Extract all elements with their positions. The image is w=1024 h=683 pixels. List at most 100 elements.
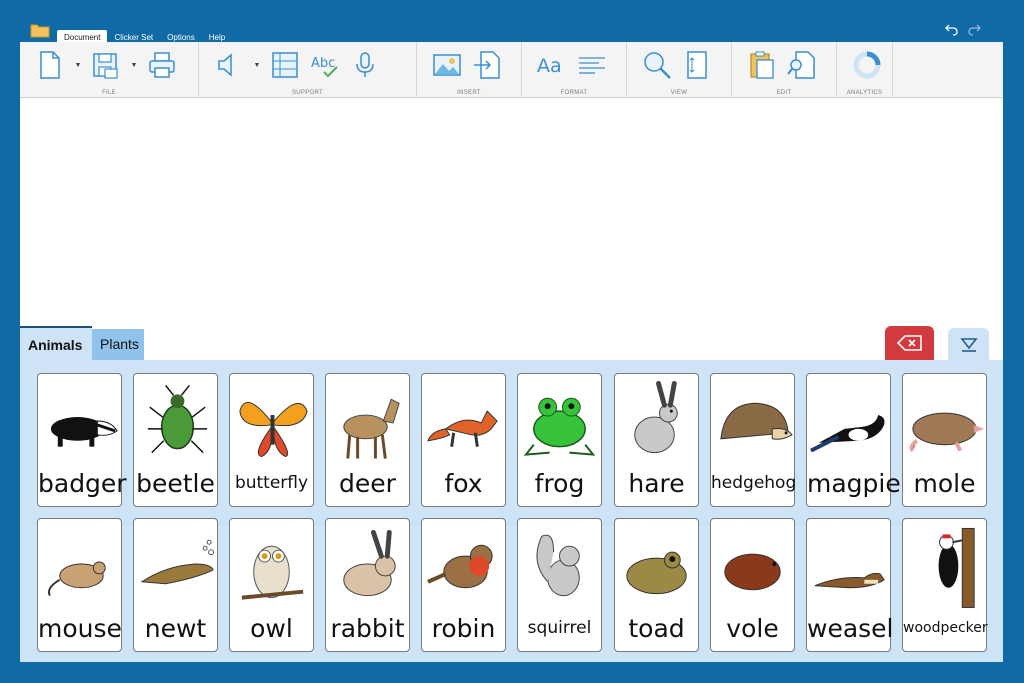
word-label: beetle bbox=[136, 469, 215, 498]
word-card-badger[interactable]: badger bbox=[37, 373, 127, 507]
ribbon-group-label: FILE bbox=[102, 90, 116, 96]
word-label: mole bbox=[913, 469, 976, 498]
insert-file-icon bbox=[474, 51, 500, 79]
word-card-mouse[interactable]: mouse bbox=[37, 518, 122, 652]
word-card-newt[interactable]: newt bbox=[133, 518, 218, 652]
word-card-woodpecker[interactable]: woodpecker bbox=[902, 518, 988, 652]
paste-button[interactable] bbox=[744, 45, 780, 85]
word-card-vole[interactable]: vole bbox=[710, 518, 795, 652]
print-icon bbox=[149, 52, 175, 78]
ribbon-toolbar: ▼ ▼ FILE ▼ Abc SUPPORT INSERT Aa FORMAT … bbox=[20, 42, 1003, 98]
print-button[interactable] bbox=[144, 45, 180, 85]
paragraph-button[interactable] bbox=[574, 45, 610, 85]
word-card-weasel[interactable]: weasel bbox=[806, 518, 894, 652]
backspace-icon bbox=[896, 335, 922, 351]
new-document-button[interactable] bbox=[32, 45, 68, 85]
numbered-list-icon bbox=[272, 52, 298, 78]
page-size-button[interactable] bbox=[679, 45, 715, 85]
ribbon-group-view: VIEW bbox=[627, 42, 732, 98]
word-label: frog bbox=[534, 469, 585, 498]
word-card-hedgehog[interactable]: hedgehog bbox=[710, 373, 797, 507]
mole-icon bbox=[909, 412, 985, 453]
hare-icon bbox=[634, 380, 678, 454]
ribbon-group-file: ▼ ▼ FILE bbox=[20, 42, 199, 98]
redo-icon[interactable] bbox=[967, 22, 982, 37]
word-label: mouse bbox=[38, 614, 122, 643]
weasel-icon bbox=[814, 572, 885, 589]
word-card-owl[interactable]: owl bbox=[229, 518, 314, 652]
fox-icon bbox=[427, 410, 498, 447]
word-card-hare[interactable]: hare bbox=[614, 373, 699, 507]
robin-icon bbox=[427, 544, 493, 589]
find-button[interactable] bbox=[784, 45, 820, 85]
frog-icon bbox=[523, 397, 596, 456]
word-card-robin[interactable]: robin bbox=[421, 518, 506, 652]
font-button[interactable]: Aa bbox=[534, 45, 570, 85]
ribbon-group-label: VIEW bbox=[670, 90, 688, 96]
word-card-butterfly[interactable]: butterfly bbox=[229, 373, 314, 507]
analytics-button[interactable] bbox=[849, 45, 885, 85]
beetle-icon bbox=[147, 384, 208, 454]
tab-animals[interactable]: Animals bbox=[20, 326, 92, 360]
ribbon-group-label: ANALYTICS bbox=[846, 90, 883, 96]
ribbon-group-analytics: ANALYTICS bbox=[837, 42, 893, 98]
save-dropdown[interactable]: ▼ bbox=[128, 45, 140, 85]
word-label: rabbit bbox=[330, 614, 405, 643]
undo-icon[interactable] bbox=[944, 22, 959, 37]
word-label: butterfly bbox=[234, 473, 309, 493]
word-label: toad bbox=[628, 614, 685, 643]
insert-file-button[interactable] bbox=[469, 45, 505, 85]
speech-button[interactable] bbox=[211, 45, 247, 85]
spellcheck-button[interactable]: Abc bbox=[307, 45, 343, 85]
word-card-rabbit[interactable]: rabbit bbox=[325, 518, 410, 652]
toggle-grid-button[interactable] bbox=[948, 328, 989, 360]
squirrel-icon bbox=[536, 534, 580, 597]
word-label: fox bbox=[444, 469, 483, 498]
ribbon-group-edit: EDIT bbox=[732, 42, 837, 98]
word-label: vole bbox=[726, 614, 779, 643]
new-document-dropdown[interactable]: ▼ bbox=[72, 45, 84, 85]
word-card-toad[interactable]: toad bbox=[614, 518, 699, 652]
word-label: badger bbox=[38, 469, 127, 498]
rabbit-icon bbox=[343, 529, 396, 597]
woodpecker-icon bbox=[938, 527, 975, 608]
word-card-beetle[interactable]: beetle bbox=[133, 373, 218, 507]
folder-icon[interactable] bbox=[30, 22, 50, 38]
ribbon-group-format: Aa FORMAT bbox=[522, 42, 627, 98]
word-label: hedgehog bbox=[711, 473, 797, 493]
ribbon-group-label: EDIT bbox=[776, 90, 792, 96]
vole-icon bbox=[724, 553, 781, 591]
word-card-frog[interactable]: frog bbox=[517, 373, 602, 507]
word-card-fox[interactable]: fox bbox=[421, 373, 506, 507]
word-card-mole[interactable]: mole bbox=[902, 373, 987, 507]
tab-plants[interactable]: Plants bbox=[92, 329, 144, 360]
insert-picture-button[interactable] bbox=[429, 45, 465, 85]
backspace-button[interactable] bbox=[885, 326, 934, 360]
badger-icon bbox=[50, 417, 118, 447]
word-label: newt bbox=[144, 614, 207, 643]
deer-icon bbox=[343, 398, 400, 459]
zoom-button[interactable] bbox=[639, 45, 675, 85]
newt-icon bbox=[140, 539, 215, 585]
magnifier-icon bbox=[644, 52, 671, 79]
word-label: magpie bbox=[807, 469, 901, 498]
spellcheck-icon: Abc bbox=[311, 56, 338, 78]
word-label: deer bbox=[339, 469, 396, 498]
word-label: woodpecker bbox=[903, 620, 988, 636]
word-card-magpie[interactable]: magpie bbox=[806, 373, 901, 507]
word-label: owl bbox=[250, 614, 293, 643]
word-card-deer[interactable]: deer bbox=[325, 373, 410, 507]
word-card-squirrel[interactable]: squirrel bbox=[517, 518, 602, 652]
page-size-icon bbox=[687, 51, 707, 79]
ribbon-group-label: INSERT bbox=[457, 90, 481, 96]
triangle-down-icon bbox=[959, 338, 978, 352]
dictation-button[interactable] bbox=[347, 45, 383, 85]
word-list-button[interactable] bbox=[267, 45, 303, 85]
donut-chart-icon bbox=[853, 51, 881, 79]
save-button[interactable] bbox=[88, 45, 124, 85]
document-area[interactable] bbox=[20, 98, 1003, 326]
toad-icon bbox=[626, 551, 687, 595]
butterfly-icon bbox=[239, 401, 308, 458]
speech-dropdown[interactable]: ▼ bbox=[251, 45, 263, 85]
picture-icon bbox=[433, 54, 461, 76]
